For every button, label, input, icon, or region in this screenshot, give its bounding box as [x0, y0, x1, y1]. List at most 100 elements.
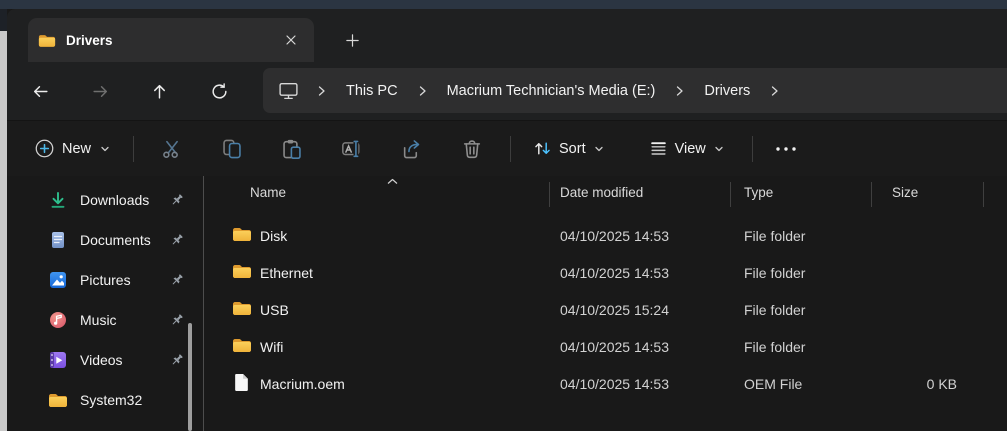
address-bar[interactable]: This PC Macrium Technician's Media (E:) …: [263, 68, 1007, 113]
new-button-label: New: [62, 141, 91, 157]
rename-button[interactable]: [340, 130, 364, 168]
sidebar-item-label: Pictures: [80, 272, 170, 288]
sidebar-item-downloads[interactable]: Downloads: [20, 180, 190, 220]
new-tab-button[interactable]: [337, 25, 367, 55]
file-date-modified: 04/10/2025 14:53: [560, 339, 669, 355]
file-date-modified: 04/10/2025 14:53: [560, 376, 669, 392]
file-name: Wifi: [260, 339, 283, 355]
file-row-disk[interactable]: Disk 04/10/2025 14:53 File folder: [208, 218, 1000, 255]
column-separator[interactable]: [983, 182, 984, 207]
column-header-type[interactable]: Type: [744, 185, 773, 200]
paste-button[interactable]: [280, 130, 304, 168]
file-name: Macrium.oem: [260, 376, 345, 392]
file-list: Name Date modified Type Size Disk 04/10/…: [204, 176, 1007, 431]
navigation-bar: This PC Macrium Technician's Media (E:) …: [7, 62, 1007, 120]
chevron-down-icon: [713, 143, 725, 155]
file-type: File folder: [744, 265, 805, 281]
pin-icon: [170, 353, 184, 367]
file-date-modified: 04/10/2025 14:53: [560, 265, 669, 281]
column-headers: Name Date modified Type Size: [204, 176, 1007, 212]
more-icon: [774, 145, 798, 153]
toolbar-separator: [133, 136, 134, 162]
command-bar: New: [7, 121, 1007, 176]
file-row-ethernet[interactable]: Ethernet 04/10/2025 14:53 File folder: [208, 255, 1000, 292]
file-row-wifi[interactable]: Wifi 04/10/2025 14:53 File folder: [208, 329, 1000, 366]
file-row-usb[interactable]: USB 04/10/2025 15:24 File folder: [208, 292, 1000, 329]
sidebar-item-label: System32: [80, 392, 190, 408]
downloads-icon: [48, 190, 68, 210]
desktop-top-strip: [0, 0, 1007, 9]
close-tab-icon[interactable]: [278, 27, 304, 53]
delete-button[interactable]: [460, 130, 484, 168]
file-date-modified: 04/10/2025 15:24: [560, 302, 669, 318]
file-name: USB: [260, 302, 289, 318]
sidebar-item-music[interactable]: Music: [20, 300, 190, 340]
up-button[interactable]: [142, 74, 176, 108]
plus-circle-icon: [35, 139, 54, 158]
tab-label: Drivers: [66, 33, 278, 48]
view-button[interactable]: View: [639, 130, 735, 168]
pictures-icon: [48, 270, 68, 290]
file-type: File folder: [744, 339, 805, 355]
sort-button[interactable]: Sort: [523, 130, 615, 168]
explorer-window: Drivers: [7, 9, 1007, 431]
folder-icon: [38, 33, 56, 48]
sort-button-label: Sort: [559, 141, 586, 157]
file-type: File folder: [744, 302, 805, 318]
forward-button[interactable]: [83, 74, 117, 108]
column-header-name[interactable]: Name: [250, 185, 286, 200]
sidebar-item-pictures[interactable]: Pictures: [20, 260, 190, 300]
breadcrumb-drivers[interactable]: Drivers: [702, 79, 752, 103]
chevron-right-icon: [418, 85, 427, 97]
share-icon: [401, 138, 423, 160]
share-button[interactable]: [400, 130, 424, 168]
plus-icon: [345, 33, 360, 48]
folder-icon: [232, 263, 252, 279]
videos-icon: [48, 350, 68, 370]
sidebar-item-videos[interactable]: Videos: [20, 340, 190, 380]
file-row-macrium-oem[interactable]: Macrium.oem 04/10/2025 14:53 OEM File 0 …: [208, 366, 1000, 403]
chevron-down-icon: [99, 143, 111, 155]
cut-button[interactable]: [160, 130, 184, 168]
folder-icon: [232, 300, 252, 316]
column-header-date-modified[interactable]: Date modified: [560, 185, 643, 200]
breadcrumb-this-pc[interactable]: This PC: [344, 79, 400, 103]
background-window-edge: [0, 9, 7, 431]
sort-ascending-icon: [387, 178, 398, 185]
column-header-size[interactable]: Size: [892, 185, 918, 200]
file-name: Disk: [260, 228, 287, 244]
sidebar-item-label: Videos: [80, 352, 170, 368]
breadcrumb-drive[interactable]: Macrium Technician's Media (E:): [445, 79, 658, 103]
see-more-button[interactable]: [769, 130, 803, 168]
sidebar-scrollbar[interactable]: [188, 323, 192, 431]
new-button[interactable]: New: [27, 130, 119, 168]
view-icon: [649, 139, 668, 158]
file-size: 0 KB: [844, 376, 957, 392]
documents-icon: [48, 230, 68, 250]
refresh-button[interactable]: [202, 74, 236, 108]
tab-drivers[interactable]: Drivers: [28, 18, 314, 62]
column-separator[interactable]: [871, 182, 872, 207]
cut-icon: [161, 138, 183, 160]
pin-icon: [170, 313, 184, 327]
folder-icon: [232, 337, 252, 353]
pin-icon: [170, 273, 184, 287]
sidebar-item-label: Music: [80, 312, 170, 328]
file-name: Ethernet: [260, 265, 313, 281]
back-button[interactable]: [23, 74, 57, 108]
file-date-modified: 04/10/2025 14:53: [560, 228, 669, 244]
file-type: OEM File: [744, 376, 802, 392]
column-separator[interactable]: [730, 182, 731, 207]
up-arrow-icon: [150, 82, 169, 101]
copy-button[interactable]: [220, 130, 244, 168]
chevron-down-icon: [593, 143, 605, 155]
sidebar-item-system32[interactable]: System32: [20, 380, 190, 420]
content-area: Downloads Documents: [7, 176, 1007, 431]
file-icon: [234, 373, 249, 392]
copy-icon: [221, 138, 243, 160]
sidebar-item-documents[interactable]: Documents: [20, 220, 190, 260]
paste-icon: [281, 138, 303, 160]
column-separator[interactable]: [549, 182, 550, 207]
music-icon: [48, 310, 68, 330]
pin-icon: [170, 193, 184, 207]
